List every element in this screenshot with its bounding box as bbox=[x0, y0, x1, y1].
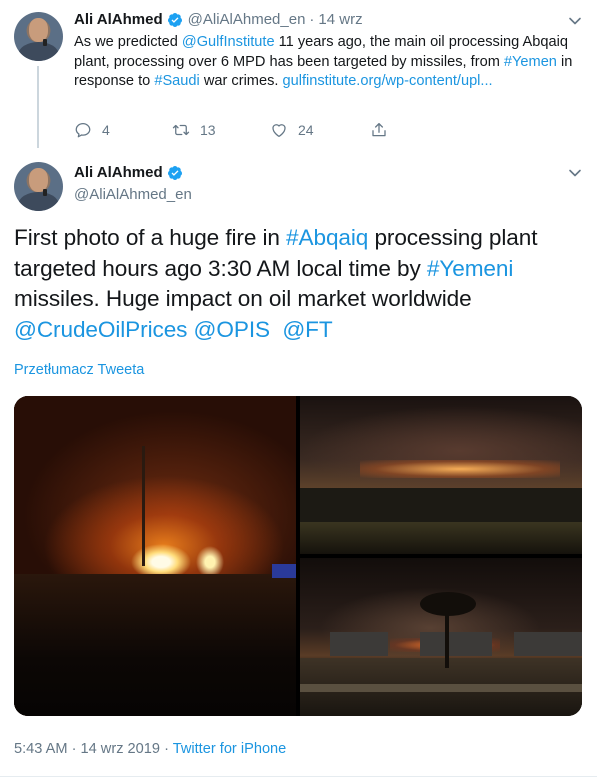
like-count: 24 bbox=[298, 122, 314, 138]
reply-count: 4 bbox=[102, 122, 110, 138]
media-grid bbox=[14, 396, 582, 716]
author-handle[interactable]: @AliAlAhmed_en bbox=[74, 186, 192, 203]
tweet-header: Ali AlAhmed bbox=[74, 164, 183, 181]
mention-link[interactable]: @OPIS bbox=[194, 317, 271, 342]
hashtag-link[interactable]: #Yemeni bbox=[427, 256, 514, 281]
avatar[interactable] bbox=[14, 12, 63, 61]
parent-tweet[interactable]: Ali AlAhmed @AliAlAhmed_en · 14 wrz As w… bbox=[0, 0, 597, 155]
fire-photo-2[interactable] bbox=[300, 396, 582, 554]
mention-link[interactable]: @GulfInstitute bbox=[182, 34, 275, 50]
fire-photo-3[interactable] bbox=[300, 558, 582, 716]
like-button[interactable]: 24 bbox=[270, 121, 314, 139]
fire-photo-1[interactable] bbox=[14, 396, 296, 716]
tweet-text: As we predicted @GulfInstitute 11 years … bbox=[74, 34, 573, 89]
author-name[interactable]: Ali AlAhmed bbox=[74, 11, 163, 28]
verified-badge-icon bbox=[167, 12, 182, 27]
like-icon bbox=[272, 124, 286, 138]
retweet-count: 13 bbox=[200, 122, 216, 138]
retweet-button[interactable]: 13 bbox=[172, 121, 216, 139]
meta-separator: · bbox=[160, 741, 173, 757]
tweet-actions: 4 13 24 bbox=[74, 121, 414, 141]
tweet-date[interactable]: 14 wrz bbox=[318, 11, 362, 28]
verified-badge-icon bbox=[167, 165, 182, 180]
hashtag-link[interactable]: #Saudi bbox=[154, 73, 199, 89]
tweet-thread: Ali AlAhmed @AliAlAhmed_en · 14 wrz As w… bbox=[0, 0, 597, 777]
translate-tweet-link[interactable]: Przetłumacz Tweeta bbox=[14, 362, 144, 378]
tweet-meta: 5:43 AM · 14 wrz 2019 · Twitter for iPho… bbox=[14, 741, 286, 757]
separator-dot: · bbox=[309, 11, 315, 28]
reply-button[interactable]: 4 bbox=[74, 121, 110, 139]
tweet-timestamp[interactable]: 5:43 AM · 14 wrz 2019 bbox=[14, 741, 160, 757]
author-handle[interactable]: @AliAlAhmed_en bbox=[188, 11, 306, 28]
tweet-text: First photo of a huge fire in #Abqaiq pr… bbox=[14, 225, 538, 342]
url-link[interactable]: gulfinstitute.org/wp-content/upl... bbox=[282, 73, 492, 89]
share-icon bbox=[372, 122, 386, 137]
tweet-header: Ali AlAhmed @AliAlAhmed_en · 14 wrz bbox=[74, 11, 363, 28]
author-name[interactable]: Ali AlAhmed bbox=[74, 164, 163, 181]
mention-link[interactable]: @CrudeOilPrices bbox=[14, 317, 187, 342]
reply-icon bbox=[75, 122, 91, 138]
retweet-icon bbox=[172, 124, 190, 136]
thread-connector-line bbox=[37, 66, 39, 148]
hashtag-link[interactable]: #Abqaiq bbox=[286, 225, 368, 250]
chevron-down-icon[interactable] bbox=[568, 16, 582, 26]
avatar[interactable] bbox=[14, 162, 63, 211]
chevron-down-icon[interactable] bbox=[568, 168, 582, 178]
mention-link[interactable]: @FT bbox=[282, 317, 332, 342]
hashtag-link[interactable]: #Yemen bbox=[504, 54, 557, 70]
tweet-source-link[interactable]: Twitter for iPhone bbox=[173, 741, 287, 757]
share-button[interactable] bbox=[370, 121, 398, 139]
